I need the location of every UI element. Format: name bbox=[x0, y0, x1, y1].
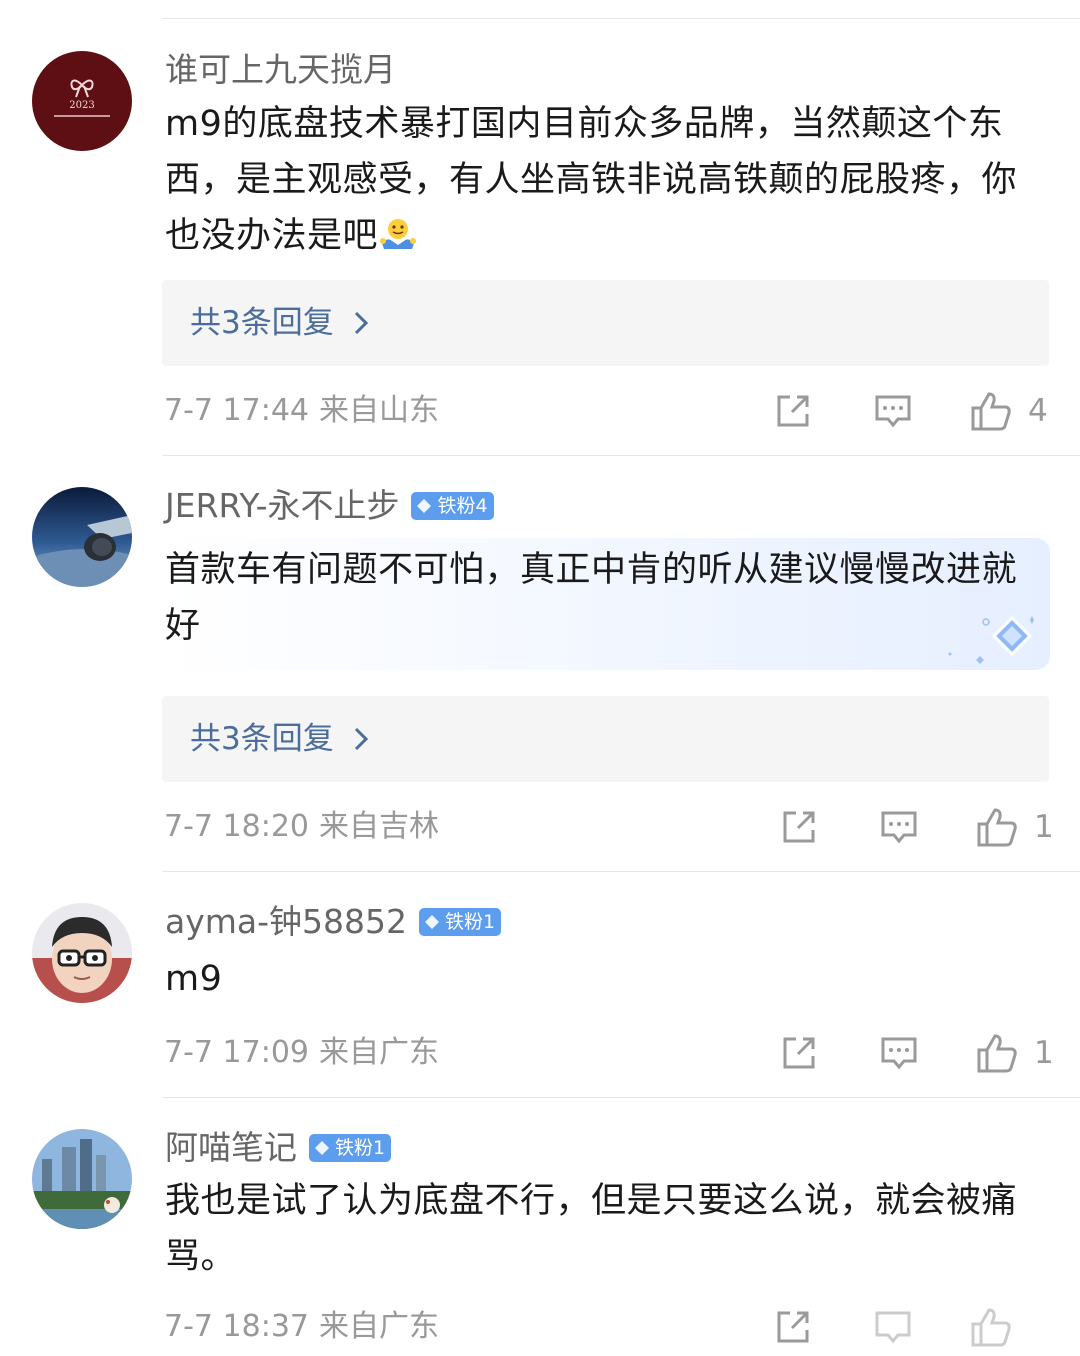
author-row: 阿喵笔记 铁粉1 bbox=[165, 1126, 392, 1170]
like-icon bbox=[971, 1308, 1011, 1347]
like-icon bbox=[977, 808, 1017, 847]
comment-text: m9 bbox=[165, 959, 223, 999]
diamond-icon bbox=[417, 499, 432, 513]
timestamp: 7-7 18:20 bbox=[164, 809, 309, 844]
timestamp: 7-7 17:44 bbox=[164, 393, 309, 428]
comment-text: m9的底盘技术暴打国内目前众多品牌，当然颠这个东西，是主观感受，有人坐高铁非说高… bbox=[165, 104, 1018, 256]
like-count: 4 bbox=[1028, 393, 1048, 429]
like-button[interactable] bbox=[976, 806, 1018, 848]
comment-icon bbox=[875, 1311, 911, 1344]
svg-text:2023: 2023 bbox=[69, 100, 94, 111]
author-name[interactable]: JERRY-永不止步 bbox=[165, 484, 399, 528]
divider bbox=[162, 1097, 1080, 1098]
share-button[interactable] bbox=[780, 808, 818, 846]
timestamp-location: 7-7 18:37 来自广东 bbox=[164, 1304, 439, 1350]
replies-label: 共3条回复 bbox=[190, 305, 334, 341]
fan-badge: 铁粉1 bbox=[419, 908, 502, 936]
comment-button[interactable] bbox=[880, 1034, 918, 1072]
like-icon bbox=[977, 1034, 1017, 1073]
comment-text: 我也是试了认为底盘不行，但是只要这么说，就会被痛骂。 bbox=[165, 1181, 1018, 1277]
author-name[interactable]: 阿喵笔记 bbox=[165, 1126, 297, 1170]
comment-icon bbox=[875, 395, 911, 428]
share-icon bbox=[783, 1037, 815, 1069]
timestamp-location: 7-7 17:44 来自山东 bbox=[164, 388, 439, 434]
avatar[interactable]: 2023 bbox=[32, 51, 132, 151]
comment-button[interactable] bbox=[874, 1308, 912, 1346]
chevron-right-icon bbox=[354, 727, 368, 751]
chevron-right-icon bbox=[354, 311, 368, 335]
avatar[interactable] bbox=[32, 1129, 132, 1229]
comment-meta: 7-7 18:20 来自吉林 1 bbox=[164, 804, 1080, 850]
author-row: JERRY-永不止步 铁粉4 bbox=[165, 484, 494, 528]
share-icon bbox=[777, 1311, 809, 1343]
timestamp: 7-7 18:37 bbox=[164, 1309, 309, 1344]
timestamp-location: 7-7 18:20 来自吉林 bbox=[164, 804, 439, 850]
divider bbox=[162, 871, 1080, 872]
replies-link[interactable]: 共3条回复 bbox=[162, 696, 1049, 782]
timestamp: 7-7 17:09 bbox=[164, 1035, 309, 1070]
like-count: 1 bbox=[1034, 809, 1054, 845]
comment-text: 首款车有问题不可怕，真正中肯的听从建议慢慢改进就好 bbox=[165, 550, 1018, 646]
like-button[interactable] bbox=[970, 390, 1012, 432]
divider bbox=[162, 18, 1080, 19]
divider bbox=[162, 455, 1080, 456]
like-count: 1 bbox=[1034, 1035, 1054, 1071]
comment-button[interactable] bbox=[880, 808, 918, 846]
author-row: ayma-钟58852 铁粉1 bbox=[165, 900, 502, 944]
comment-icon bbox=[881, 1037, 917, 1070]
location: 来自山东 bbox=[319, 393, 439, 428]
diamond-icon bbox=[425, 915, 440, 929]
comment-meta: 7-7 17:44 来自山东 4 bbox=[164, 388, 1080, 434]
avatar[interactable] bbox=[32, 487, 132, 587]
shrug-emoji-icon bbox=[378, 213, 418, 253]
timestamp-location: 7-7 17:09 来自广东 bbox=[164, 1030, 439, 1076]
location: 来自吉林 bbox=[319, 809, 439, 844]
share-icon bbox=[777, 395, 809, 427]
comment-button[interactable] bbox=[874, 392, 912, 430]
avatar[interactable] bbox=[32, 903, 132, 1003]
like-button[interactable] bbox=[970, 1306, 1012, 1348]
location: 来自广东 bbox=[319, 1035, 439, 1070]
share-icon bbox=[783, 811, 815, 843]
share-button[interactable] bbox=[774, 1308, 812, 1346]
author-name[interactable]: ayma-钟58852 bbox=[165, 900, 407, 944]
diamond-icon bbox=[315, 1141, 329, 1155]
comment-icon bbox=[881, 811, 917, 844]
replies-link[interactable]: 共3条回复 bbox=[162, 280, 1049, 366]
share-button[interactable] bbox=[774, 392, 812, 430]
replies-label: 共3条回复 bbox=[190, 721, 334, 757]
fan-badge: 铁粉4 bbox=[411, 492, 494, 520]
fan-badge: 铁粉1 bbox=[309, 1134, 392, 1162]
author-name[interactable]: 谁可上九天揽月 bbox=[165, 48, 396, 92]
like-icon bbox=[971, 392, 1011, 431]
share-button[interactable] bbox=[780, 1034, 818, 1072]
location: 来自广东 bbox=[319, 1309, 439, 1344]
comment-meta: 7-7 18:37 来自广东 bbox=[164, 1304, 1080, 1350]
like-button[interactable] bbox=[976, 1032, 1018, 1074]
author-row: 谁可上九天揽月 bbox=[165, 48, 396, 92]
comment-meta: 7-7 17:09 来自广东 1 bbox=[164, 1030, 1080, 1076]
